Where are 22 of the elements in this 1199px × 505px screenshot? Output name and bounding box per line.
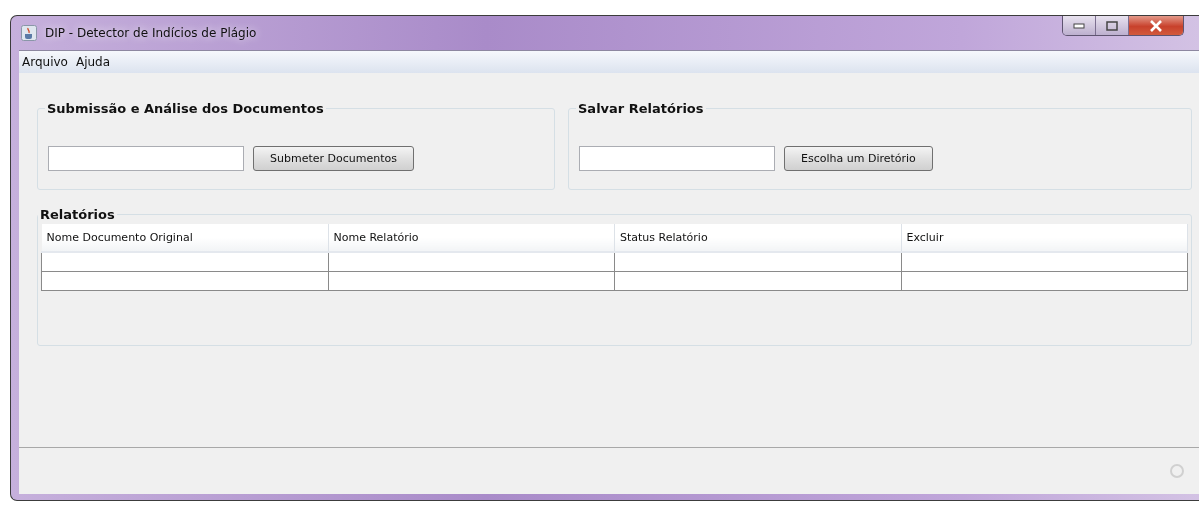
column-header[interactable]: Excluir xyxy=(901,224,1188,252)
menu-item[interactable]: Arquivo xyxy=(22,55,68,69)
panel-title: Submissão e Análise dos Documentos xyxy=(46,101,325,116)
panel-title: Relatórios xyxy=(39,207,116,222)
window-title: DIP - Detector de Indícios de Plágio xyxy=(45,26,257,40)
column-header[interactable]: Nome Relatório xyxy=(328,224,615,252)
maximize-button[interactable] xyxy=(1096,16,1129,35)
close-icon xyxy=(1149,19,1163,32)
menu-item[interactable]: Ajuda xyxy=(75,55,111,69)
close-button[interactable] xyxy=(1129,16,1183,35)
maximize-icon xyxy=(1106,20,1118,31)
minimize-button[interactable] xyxy=(1063,16,1096,35)
panel-button[interactable]: Submeter Documentos xyxy=(253,146,414,171)
coffee-cup-icon xyxy=(21,25,37,41)
status-circle-icon xyxy=(1169,463,1185,479)
panel-title: Salvar Relatórios xyxy=(577,101,705,116)
panel-button[interactable]: Escolha um Diretório xyxy=(784,146,933,171)
minimize-icon xyxy=(1073,22,1085,29)
column-header[interactable]: Status Relatório xyxy=(614,224,901,252)
input-field[interactable] xyxy=(48,146,244,171)
column-header[interactable]: Nome Documento Original xyxy=(41,224,328,252)
input-field[interactable] xyxy=(579,146,775,171)
